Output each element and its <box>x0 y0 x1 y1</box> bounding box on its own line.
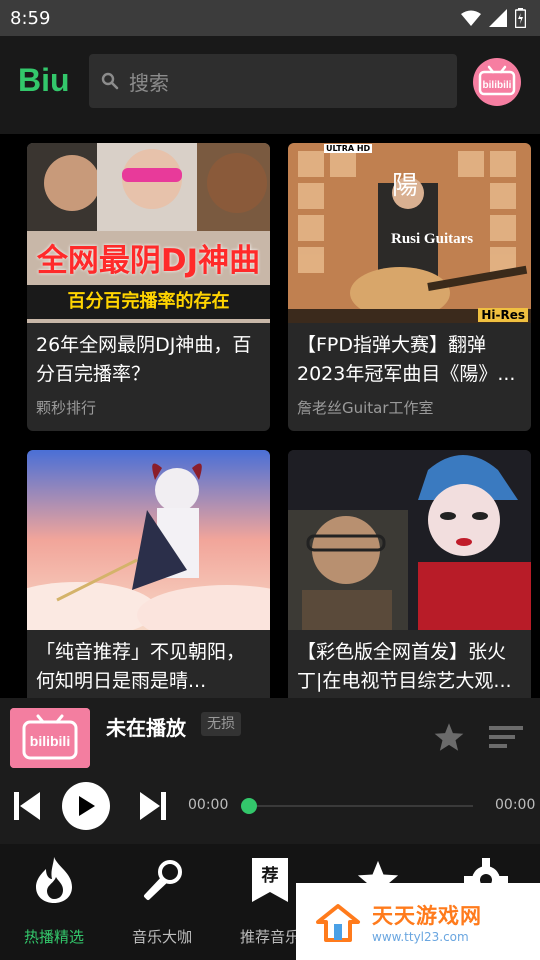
nav-music-stars[interactable]: 音乐大咖 <box>108 844 216 960</box>
playlist-button[interactable] <box>489 726 523 752</box>
nav-label: 热播精选 <box>23 928 84 946</box>
skip-previous-icon <box>14 792 40 820</box>
app-bar: Biu 搜索 bilibili <box>0 36 540 134</box>
next-button[interactable] <box>140 792 166 824</box>
now-playing-cover[interactable]: bilibili <box>10 708 90 768</box>
video-title: 【彩色版全网首发】张火丁|在电视节目综艺大观... <box>297 641 512 692</box>
play-icon <box>79 796 95 816</box>
current-time: 00:00 <box>188 797 229 813</box>
star-icon <box>434 723 464 751</box>
video-author: 詹老丝Guitar工作室 <box>297 399 434 417</box>
cover-text: bilibili <box>30 733 70 749</box>
previous-button[interactable] <box>14 792 40 824</box>
microphone-icon <box>138 856 186 904</box>
avatar-text: bilibili <box>483 80 512 91</box>
now-playing-bar: bilibili 未在播放 无损 00:00 00:00 <box>0 698 540 844</box>
watermark-logo-icon <box>316 903 360 942</box>
video-thumbnail <box>288 450 531 630</box>
bookmark-recommend-icon: 荐 <box>246 856 294 904</box>
favorite-button[interactable] <box>433 722 465 756</box>
now-playing-title: 未在播放 <box>106 716 186 740</box>
battery-icon <box>515 8 526 28</box>
play-button[interactable] <box>62 782 110 830</box>
search-icon <box>101 72 119 90</box>
nav-icon-glyph: 荐 <box>261 865 279 886</box>
watermark: 天天游戏网 www.ttyl23.com <box>296 883 540 960</box>
video-thumbnail: 全网最阴DJ神曲 百分百完播率的存在 <box>27 143 270 323</box>
nav-hot-picks[interactable]: 热播精选 <box>0 844 108 960</box>
skip-next-icon <box>140 792 166 820</box>
thumbnail-subline: Rusi Guitars <box>391 231 474 247</box>
video-card[interactable]: 全网最阴DJ神曲 百分百完播率的存在 26年全网最阴DJ神曲，百分百完播率？ 颗… <box>27 143 270 431</box>
video-card[interactable]: 「纯音推荐」不见朝阳，何知明日是雨是晴... <box>27 450 270 698</box>
video-thumbnail: ULTRA HD 陽 Rusi Guitars Hi-Res <box>288 143 531 323</box>
total-time: 00:00 <box>495 797 536 813</box>
thumbnail-headline: 陽 <box>392 171 419 201</box>
badge-hi-res: Hi-Res <box>478 308 528 322</box>
search-input[interactable]: 搜索 <box>89 54 457 108</box>
seek-thumb[interactable] <box>241 798 257 814</box>
video-thumbnail <box>27 450 270 630</box>
video-card[interactable]: ULTRA HD 陽 Rusi Guitars Hi-Res 【FPD指弹大赛】… <box>288 143 531 431</box>
video-title: 「纯音推荐」不见朝阳，何知明日是雨是晴... <box>36 641 246 692</box>
nav-label: 音乐大咖 <box>131 928 192 946</box>
thumbnail-headline: 全网最阴DJ神曲 <box>36 243 261 279</box>
playlist-icon <box>489 726 523 748</box>
video-author: 颗秒排行 <box>36 399 97 417</box>
status-bar: 8:59 <box>0 0 540 36</box>
status-icons <box>461 8 526 28</box>
quality-badge: 无损 <box>201 712 241 736</box>
bilibili-logo-icon: bilibili <box>478 65 516 96</box>
wifi-icon <box>461 10 481 26</box>
video-title: 26年全网最阴DJ神曲，百分百完播率？ <box>36 334 252 385</box>
video-title: 【FPD指弹大赛】翻弹2023年冠军曲目《陽》... <box>297 334 516 385</box>
app-logo: Biu <box>18 62 70 98</box>
signal-icon <box>489 9 507 27</box>
watermark-url: www.ttyl23.com <box>372 929 469 944</box>
watermark-name: 天天游戏网 <box>372 903 482 928</box>
fire-icon <box>30 856 78 904</box>
avatar[interactable]: bilibili <box>473 58 521 106</box>
video-card[interactable]: 【彩色版全网首发】张火丁|在电视节目综艺大观... <box>288 450 531 698</box>
video-grid: 全网最阴DJ神曲 百分百完播率的存在 26年全网最阴DJ神曲，百分百完播率？ 颗… <box>0 134 540 698</box>
bilibili-logo-icon: bilibili <box>10 708 90 768</box>
status-time: 8:59 <box>10 7 51 29</box>
badge-ultra-hd: ULTRA HD <box>324 144 373 153</box>
search-placeholder: 搜索 <box>129 70 169 95</box>
seek-bar[interactable] <box>248 805 473 807</box>
thumbnail-subline: 百分百完播率的存在 <box>27 285 270 319</box>
